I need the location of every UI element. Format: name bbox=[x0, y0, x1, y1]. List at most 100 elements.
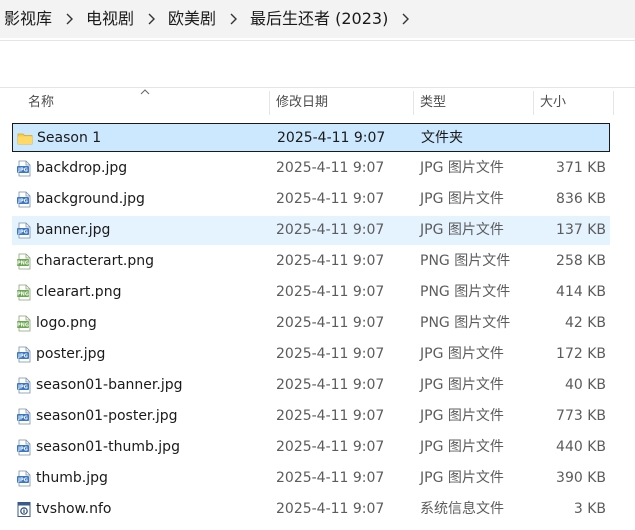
svg-text:JPG: JPG bbox=[17, 168, 28, 174]
file-type: JPG 图片文件 bbox=[420, 222, 504, 238]
command-area bbox=[0, 41, 635, 88]
file-explorer-window: 影视库 电视剧 欧美剧 最后生还者 (2023) 名称 修改日期 类型 大小 S… bbox=[0, 0, 635, 530]
jpg-file-icon: JPG bbox=[16, 191, 32, 208]
file-type: 系统信息文件 bbox=[420, 501, 504, 517]
chevron-right-icon[interactable] bbox=[394, 4, 416, 34]
file-row[interactable]: PNG logo.png 2025-4-11 9:07 PNG 图片文件 42 KB bbox=[12, 309, 610, 338]
file-size: 371 KB bbox=[556, 160, 606, 176]
file-size: 390 KB bbox=[556, 470, 606, 486]
svg-text:JPG: JPG bbox=[17, 478, 28, 484]
file-row[interactable]: JPG thumb.jpg 2025-4-11 9:07 JPG 图片文件 390 KB bbox=[12, 464, 610, 493]
svg-text:JPG: JPG bbox=[17, 230, 28, 236]
file-date: 2025-4-11 9:07 bbox=[276, 284, 385, 300]
file-size: 414 KB bbox=[556, 284, 606, 300]
file-name: season01-thumb.jpg bbox=[36, 439, 180, 455]
jpg-file-icon: JPG bbox=[16, 222, 32, 239]
file-type: JPG 图片文件 bbox=[420, 439, 504, 455]
nfo-file-icon bbox=[16, 501, 32, 518]
file-row[interactable]: JPG backdrop.jpg 2025-4-11 9:07 JPG 图片文件 371… bbox=[12, 154, 610, 183]
breadcrumb-item-western[interactable]: 欧美剧 bbox=[162, 4, 222, 34]
chevron-right-icon[interactable] bbox=[140, 4, 162, 34]
png-file-icon: PNG bbox=[16, 315, 32, 332]
file-name: background.jpg bbox=[36, 191, 145, 207]
file-size: 40 KB bbox=[564, 377, 606, 393]
column-type[interactable]: 类型 bbox=[414, 88, 532, 118]
svg-text:JPG: JPG bbox=[17, 385, 28, 391]
file-type: 文件夹 bbox=[421, 130, 463, 146]
file-type: PNG 图片文件 bbox=[420, 253, 511, 269]
column-divider[interactable] bbox=[613, 91, 614, 115]
svg-text:JPG: JPG bbox=[17, 416, 28, 422]
file-type: JPG 图片文件 bbox=[420, 377, 504, 393]
file-name: thumb.jpg bbox=[36, 470, 108, 486]
file-date: 2025-4-11 9:07 bbox=[276, 408, 385, 424]
file-size: 137 KB bbox=[556, 222, 606, 238]
file-row[interactable]: JPG poster.jpg 2025-4-11 9:07 JPG 图片文件 172 K… bbox=[12, 340, 610, 369]
file-name: tvshow.nfo bbox=[36, 501, 112, 517]
file-date: 2025-4-11 9:07 bbox=[276, 501, 385, 517]
file-size: 172 KB bbox=[556, 346, 606, 362]
file-type: JPG 图片文件 bbox=[420, 191, 504, 207]
svg-text:JPG: JPG bbox=[17, 354, 28, 360]
png-file-icon: PNG bbox=[16, 284, 32, 301]
file-date: 2025-4-11 9:07 bbox=[276, 439, 385, 455]
file-row[interactable]: JPG season01-thumb.jpg 2025-4-11 9:07 JPG 图… bbox=[12, 433, 610, 462]
file-name: season01-poster.jpg bbox=[36, 408, 178, 424]
chevron-right-icon[interactable] bbox=[222, 4, 244, 34]
file-size: 258 KB bbox=[556, 253, 606, 269]
file-date: 2025-4-11 9:07 bbox=[276, 377, 385, 393]
file-date: 2025-4-11 9:07 bbox=[276, 191, 385, 207]
png-file-icon: PNG bbox=[16, 253, 32, 270]
breadcrumb-item-library[interactable]: 影视库 bbox=[0, 4, 58, 34]
file-type: PNG 图片文件 bbox=[420, 284, 511, 300]
file-name: characterart.png bbox=[36, 253, 154, 269]
jpg-file-icon: JPG bbox=[16, 377, 32, 394]
file-row[interactable]: PNG clearart.png 2025-4-11 9:07 PNG 图片文件 414… bbox=[12, 278, 610, 307]
file-name: logo.png bbox=[36, 315, 97, 331]
jpg-file-icon: JPG bbox=[16, 408, 32, 425]
file-type: JPG 图片文件 bbox=[420, 346, 504, 362]
file-type: PNG 图片文件 bbox=[420, 315, 511, 331]
file-name: season01-banner.jpg bbox=[36, 377, 183, 393]
chevron-right-icon[interactable] bbox=[58, 4, 80, 34]
svg-text:JPG: JPG bbox=[17, 447, 28, 453]
jpg-file-icon: JPG bbox=[16, 439, 32, 456]
svg-text:JPG: JPG bbox=[17, 199, 28, 205]
file-size: 773 KB bbox=[556, 408, 606, 424]
column-header: 名称 修改日期 类型 大小 bbox=[0, 88, 635, 118]
breadcrumb: 影视库 电视剧 欧美剧 最后生还者 (2023) bbox=[0, 0, 635, 38]
breadcrumb-item-current[interactable]: 最后生还者 (2023) bbox=[244, 4, 394, 34]
svg-text:PNG: PNG bbox=[17, 261, 29, 267]
file-date: 2025-4-11 9:07 bbox=[276, 315, 385, 331]
file-row[interactable]: tvshow.nfo 2025-4-11 9:07 系统信息文件 3 KB bbox=[12, 495, 610, 524]
file-date: 2025-4-11 9:07 bbox=[276, 222, 385, 238]
file-size: 836 KB bbox=[556, 191, 606, 207]
folder-row[interactable]: Season 1 2025-4-11 9:07 文件夹 bbox=[12, 123, 610, 152]
svg-text:PNG: PNG bbox=[17, 292, 29, 298]
file-row[interactable]: PNG characterart.png 2025-4-11 9:07 PNG 图片文… bbox=[12, 247, 610, 276]
file-name: banner.jpg bbox=[36, 222, 111, 238]
jpg-file-icon: JPG bbox=[16, 346, 32, 363]
file-row[interactable]: JPG background.jpg 2025-4-11 9:07 JPG 图片文件 8… bbox=[12, 185, 610, 214]
file-size: 42 KB bbox=[564, 315, 606, 331]
file-name: poster.jpg bbox=[36, 346, 106, 362]
file-row[interactable]: JPG banner.jpg 2025-4-11 9:07 JPG 图片文件 137 K… bbox=[12, 216, 610, 245]
file-name: backdrop.jpg bbox=[36, 160, 128, 176]
file-date: 2025-4-11 9:07 bbox=[276, 253, 385, 269]
file-row[interactable]: JPG season01-poster.jpg 2025-4-11 9:07 JPG … bbox=[12, 402, 610, 431]
file-name: Season 1 bbox=[37, 130, 102, 146]
svg-text:PNG: PNG bbox=[17, 323, 29, 329]
file-type: JPG 图片文件 bbox=[420, 160, 504, 176]
file-name: clearart.png bbox=[36, 284, 122, 300]
column-date[interactable]: 修改日期 bbox=[270, 88, 412, 118]
file-row[interactable]: JPG season01-banner.jpg 2025-4-11 9:07 JPG … bbox=[12, 371, 610, 400]
file-date: 2025-4-11 9:07 bbox=[276, 346, 385, 362]
file-date: 2025-4-11 9:07 bbox=[276, 470, 385, 486]
jpg-file-icon: JPG bbox=[16, 160, 32, 177]
file-size: 3 KB bbox=[573, 501, 606, 517]
file-type: JPG 图片文件 bbox=[420, 408, 504, 424]
file-date: 2025-4-11 9:07 bbox=[277, 130, 386, 146]
column-size[interactable]: 大小 bbox=[534, 88, 612, 118]
column-name[interactable]: 名称 bbox=[22, 88, 268, 118]
breadcrumb-item-tv[interactable]: 电视剧 bbox=[80, 4, 140, 34]
